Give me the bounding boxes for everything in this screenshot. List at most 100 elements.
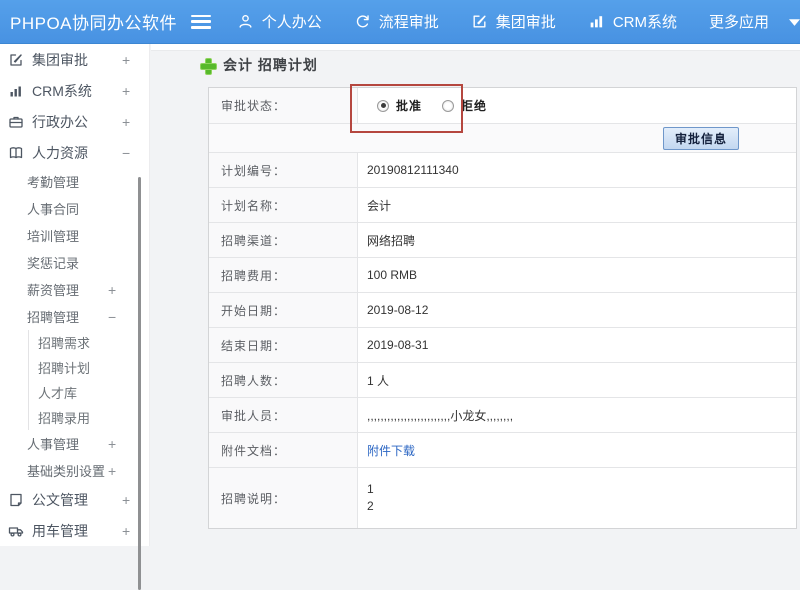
table-row: 结束日期：2019-08-31 <box>209 328 796 363</box>
attachment-download-link[interactable]: 附件下载 <box>367 442 415 459</box>
radio-approve[interactable]: 批准 <box>377 97 422 114</box>
sidebar-item-label: 招聘计划 <box>38 358 90 377</box>
book-icon <box>8 145 24 161</box>
topnav-item-label: 流程审批 <box>379 11 439 32</box>
field-value-line: 2 <box>367 500 374 513</box>
process-icon <box>354 13 371 30</box>
sidebar-item-12[interactable]: 招聘计划 <box>28 355 149 380</box>
field-label: 结束日期： <box>209 328 358 362</box>
top-nav: 个人办公 流程审批 集团审批 CRM系统 更多应用 <box>237 11 800 32</box>
sidebar-item-label: 招聘录用 <box>38 408 90 427</box>
topnav-item-1[interactable]: 个人办公 <box>237 11 322 32</box>
sidebar-item-label: 人事合同 <box>27 199 79 218</box>
radio-circle-icon[interactable] <box>442 100 454 112</box>
field-value: 100 RMB <box>358 258 796 292</box>
sidebar-item-15[interactable]: 人事管理 + <box>0 430 149 457</box>
field-value: ,,,,,,,,,,,,,,,,,,,,,,,,,小龙女,,,,,,,, <box>358 398 796 432</box>
topnav-item-label: 集团审批 <box>496 11 556 32</box>
edit-square-icon <box>8 52 24 68</box>
topnav-item-2[interactable]: 流程审批 <box>354 11 439 32</box>
app-logo: PHPOA协同办公软件 <box>0 9 191 34</box>
table-row: 招聘人数：1 人 <box>209 363 796 398</box>
radio-circle-icon[interactable] <box>377 100 389 112</box>
sidebar-item-4[interactable]: 人力资源− <box>0 137 149 168</box>
approval-detail-table: 审批状态： 批准拒绝 审批信息 计划编号：20190812111340计划名称：… <box>208 87 797 529</box>
collapse-icon[interactable]: − <box>122 146 130 160</box>
sidebar-item-label: 行政办公 <box>32 112 88 132</box>
sidebar-item-label: 人事管理 <box>27 434 79 453</box>
sidebar-item-label: 培训管理 <box>27 226 79 245</box>
page-header: 会计 招聘计划 <box>200 55 318 75</box>
topnav-item-label: 更多应用 <box>709 11 769 32</box>
table-row: 附件文档： 附件下载 <box>209 433 796 468</box>
plus-icon <box>200 58 215 73</box>
sidebar-item-13[interactable]: 人才库 <box>28 380 149 405</box>
sidebar-item-label: 薪资管理 <box>27 280 79 299</box>
table-row: 招聘渠道：网络招聘 <box>209 223 796 258</box>
field-label: 审批人员： <box>209 398 358 432</box>
table-row: 招聘费用：100 RMB <box>209 258 796 293</box>
expand-icon[interactable]: + <box>122 53 130 67</box>
sidebar-item-label: 考勤管理 <box>27 172 79 191</box>
field-label: 招聘渠道： <box>209 223 358 257</box>
sidebar-item-3[interactable]: 行政办公 + <box>0 106 149 137</box>
sidebar-item-6[interactable]: 人事合同 <box>0 195 149 222</box>
approval-info-button[interactable]: 审批信息 <box>663 127 739 150</box>
sidebar-item-label: 用车管理 <box>32 521 88 541</box>
expand-icon[interactable]: + <box>122 524 130 538</box>
top-bar: PHPOA协同办公软件 个人办公 流程审批 集团审批 CRM系统 更多应用 <box>0 0 800 44</box>
briefcase-icon <box>8 114 24 130</box>
button-row: 审批信息 <box>209 124 796 153</box>
sidebar-item-5[interactable]: 考勤管理 <box>0 168 149 195</box>
sidebar-item-10[interactable]: 招聘管理− <box>0 303 149 330</box>
field-value: 1 人 <box>358 363 796 397</box>
field-value: 12 <box>358 468 796 528</box>
menu-icon[interactable] <box>191 15 211 29</box>
field-value: 网络招聘 <box>358 223 796 257</box>
sidebar-item-7[interactable]: 培训管理 <box>0 222 149 249</box>
field-label: 附件文档： <box>209 433 358 467</box>
sidebar-item-label: 奖惩记录 <box>27 253 79 272</box>
sidebar-scrollbar[interactable] <box>138 177 141 590</box>
field-label: 计划名称： <box>209 188 358 222</box>
field-label: 计划编号： <box>209 153 358 187</box>
sidebar-item-2[interactable]: CRM系统+ <box>0 75 149 106</box>
expand-icon[interactable]: + <box>108 464 116 478</box>
expand-icon[interactable]: + <box>122 115 130 129</box>
expand-icon[interactable]: + <box>122 493 130 507</box>
field-value: 附件下载 <box>358 433 796 467</box>
bar-chart-icon <box>8 83 24 99</box>
sidebar-item-label: 基础类别设置 <box>27 461 105 480</box>
topnav-item-label: 个人办公 <box>262 11 322 32</box>
sidebar-item-17[interactable]: 公文管理 + <box>0 484 149 515</box>
sidebar-item-16[interactable]: 基础类别设置+ <box>0 457 149 484</box>
field-value-line: 1 <box>367 483 374 496</box>
radio-reject[interactable]: 拒绝 <box>442 97 487 114</box>
topnav-item-5[interactable]: 更多应用 <box>709 11 800 32</box>
status-row: 审批状态： 批准 拒绝 <box>209 88 796 124</box>
field-value: 2019-08-31 <box>358 328 796 362</box>
status-label: 审批状态： <box>209 88 358 123</box>
sidebar-item-label: 招聘需求 <box>38 333 90 352</box>
sidebar-item-label: 公文管理 <box>32 490 88 510</box>
sidebar-item-14[interactable]: 招聘录用 <box>28 405 149 430</box>
chart-icon <box>588 13 605 30</box>
sidebar-item-8[interactable]: 奖惩记录 <box>0 249 149 276</box>
expand-icon[interactable]: + <box>108 283 116 297</box>
sidebar: 集团审批+CRM系统+ 行政办公 + 人力资源− 考勤管理人事合同培训管理奖惩记录薪资管… <box>0 44 150 546</box>
user-icon <box>237 13 254 30</box>
sidebar-item-18[interactable]: 用车管理 + <box>0 515 149 546</box>
topnav-item-4[interactable]: CRM系统 <box>588 11 677 32</box>
collapse-icon[interactable]: − <box>108 310 116 324</box>
expand-icon[interactable]: + <box>108 437 116 451</box>
field-label: 开始日期： <box>209 293 358 327</box>
field-value: 2019-08-12 <box>358 293 796 327</box>
topnav-item-label: CRM系统 <box>613 11 677 32</box>
expand-icon[interactable]: + <box>122 84 130 98</box>
truck-icon <box>8 523 24 539</box>
table-row: 开始日期：2019-08-12 <box>209 293 796 328</box>
sidebar-item-11[interactable]: 招聘需求 <box>28 330 149 355</box>
topnav-item-3[interactable]: 集团审批 <box>471 11 556 32</box>
sidebar-item-1[interactable]: 集团审批+ <box>0 44 149 75</box>
sidebar-item-9[interactable]: 薪资管理 + <box>0 276 149 303</box>
